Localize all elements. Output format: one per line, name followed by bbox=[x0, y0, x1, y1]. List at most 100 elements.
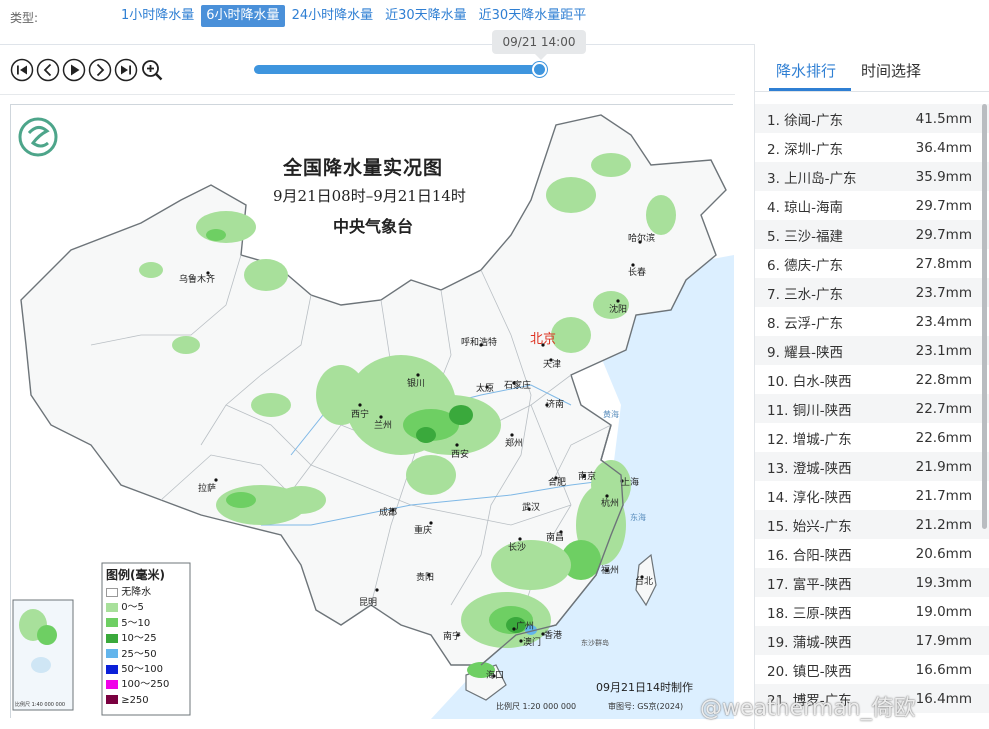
station-name: 1. 徐闻-广东 bbox=[767, 112, 844, 129]
ranking-scrollbar[interactable] bbox=[982, 104, 987, 529]
ranking-row[interactable]: 4. 琼山-海南 29.7mm bbox=[755, 191, 989, 220]
legend-label: 25～50 bbox=[121, 648, 157, 660]
legend-item: 5～10 bbox=[106, 616, 188, 631]
ranking-row[interactable]: 17. 富平-陕西 19.3mm bbox=[755, 568, 989, 597]
ranking-row[interactable]: 7. 三水-广东 23.7mm bbox=[755, 278, 989, 307]
first-frame-button[interactable] bbox=[10, 58, 34, 82]
precip-value: 29.7mm bbox=[915, 197, 972, 214]
ranking-row[interactable]: 8. 云浮-广东 23.4mm bbox=[755, 307, 989, 336]
city-label: 澳门 bbox=[523, 638, 542, 648]
ranking-row[interactable]: 19. 蒲城-陕西 17.9mm bbox=[755, 626, 989, 655]
legend-item: ≥250 bbox=[106, 693, 188, 708]
play-icon bbox=[62, 58, 86, 82]
legend-item: 无降水 bbox=[106, 585, 188, 600]
city-label: 成都 bbox=[379, 508, 398, 518]
ranking-row[interactable]: 20. 镇巴-陕西 16.6mm bbox=[755, 655, 989, 684]
legend-item: 25～50 bbox=[106, 647, 188, 662]
city-label: 南京 bbox=[578, 472, 597, 482]
ranking-row[interactable]: 11. 铜川-陕西 22.7mm bbox=[755, 394, 989, 423]
tab-time-select[interactable]: 时间选择 bbox=[861, 60, 921, 81]
city-label: 昆明 bbox=[359, 598, 378, 608]
ranking-tabs: 降水排行 时间选择 bbox=[755, 44, 989, 92]
tab-1h-precip[interactable]: 1小时降水量 bbox=[116, 5, 199, 27]
cma-logo-icon bbox=[18, 117, 58, 157]
map-review-number: 审图号: GS京(2024) bbox=[608, 702, 684, 711]
legend-label: 无降水 bbox=[121, 587, 152, 598]
city-label: 东沙群岛 bbox=[581, 639, 609, 647]
legend-item: 50～100 bbox=[106, 662, 188, 677]
legend-label: 0～5 bbox=[121, 602, 144, 614]
city-label: 太原 bbox=[476, 384, 495, 394]
zoom-in-icon bbox=[142, 60, 163, 81]
station-name: 12. 增城-广东 bbox=[767, 431, 852, 448]
ranking-row[interactable]: 5. 三沙-福建 29.7mm bbox=[755, 220, 989, 249]
map-agency: 中央气象台 bbox=[333, 217, 414, 236]
legend-swatch bbox=[106, 649, 118, 659]
city-label: 呼和浩特 bbox=[461, 338, 498, 348]
city-label: 黄海 bbox=[603, 410, 619, 419]
precip-value: 16.4mm bbox=[915, 690, 972, 707]
ranking-row[interactable]: 15. 始兴-广东 21.2mm bbox=[755, 510, 989, 539]
legend-label: 50～100 bbox=[121, 664, 163, 676]
ranking-row[interactable]: 2. 深圳-广东 36.4mm bbox=[755, 133, 989, 162]
legend-swatch bbox=[106, 679, 118, 689]
type-tabs: 1小时降水量 6小时降水量 24小时降水量 近30天降水量 近30天降水量距平 bbox=[116, 5, 593, 27]
precip-value: 36.4mm bbox=[915, 139, 972, 156]
legend-swatch bbox=[106, 695, 118, 705]
time-slider-track[interactable] bbox=[254, 65, 539, 74]
legend-item: 0～5 bbox=[106, 600, 188, 615]
tab-6h-precip[interactable]: 6小时降水量 bbox=[201, 5, 285, 27]
city-label: 沈阳 bbox=[609, 305, 628, 315]
city-label: 西安 bbox=[451, 450, 470, 460]
last-frame-button[interactable] bbox=[114, 58, 138, 82]
station-name: 13. 澄城-陕西 bbox=[767, 460, 852, 477]
last-icon bbox=[114, 58, 138, 82]
city-label: 郑州 bbox=[505, 439, 524, 449]
next-frame-button[interactable] bbox=[88, 58, 112, 82]
station-name: 3. 上川岛-广东 bbox=[767, 170, 857, 187]
tab-30d-anomaly[interactable]: 近30天降水量距平 bbox=[474, 5, 592, 27]
station-name: 19. 蒲城-陕西 bbox=[767, 634, 852, 651]
precip-value: 19.0mm bbox=[915, 603, 972, 620]
station-name: 17. 富平-陕西 bbox=[767, 576, 852, 593]
play-button[interactable] bbox=[62, 58, 86, 82]
precip-value: 23.1mm bbox=[915, 342, 972, 359]
city-label: 重庆 bbox=[414, 526, 433, 536]
inset-scale: 比例尺 1:40 000 000 bbox=[15, 702, 66, 708]
city-label: 杭州 bbox=[601, 499, 620, 509]
precip-value: 22.8mm bbox=[915, 371, 972, 388]
tab-30d-precip[interactable]: 近30天降水量 bbox=[380, 5, 472, 27]
precip-value: 35.9mm bbox=[915, 168, 972, 185]
prev-frame-button[interactable] bbox=[36, 58, 60, 82]
city-label: 乌鲁木齐 bbox=[179, 275, 216, 285]
station-name: 8. 云浮-广东 bbox=[767, 315, 844, 332]
city-label: 南宁 bbox=[443, 632, 462, 642]
ranking-row[interactable]: 3. 上川岛-广东 35.9mm bbox=[755, 162, 989, 191]
map-title: 全国降水量实况图 bbox=[283, 157, 444, 179]
city-label: 石家庄 bbox=[504, 381, 532, 391]
city-label: 西宁 bbox=[351, 410, 370, 420]
precip-value: 21.9mm bbox=[915, 458, 972, 475]
station-name: 18. 三原-陕西 bbox=[767, 605, 852, 622]
precip-value: 41.5mm bbox=[915, 110, 972, 127]
ranking-row[interactable]: 16. 合阳-陕西 20.6mm bbox=[755, 539, 989, 568]
city-label: 上海 bbox=[621, 478, 640, 488]
legend-swatch bbox=[106, 602, 118, 612]
time-slider-handle[interactable] bbox=[532, 62, 547, 77]
ranking-row[interactable]: 6. 德庆-广东 27.8mm bbox=[755, 249, 989, 278]
city-label: 合肥 bbox=[548, 478, 567, 488]
ranking-row[interactable]: 12. 增城-广东 22.6mm bbox=[755, 423, 989, 452]
ranking-row[interactable]: 14. 淳化-陕西 21.7mm bbox=[755, 481, 989, 510]
ranking-row[interactable]: 13. 澄城-陕西 21.9mm bbox=[755, 452, 989, 481]
precip-map[interactable]: 全国降水量实况图 9月21日08时–9月21日14时 中央气象台 乌鲁木齐 哈尔… bbox=[10, 104, 734, 719]
precip-value: 29.7mm bbox=[915, 226, 972, 243]
ranking-row[interactable]: 10. 白水-陕西 22.8mm bbox=[755, 365, 989, 394]
zoom-button[interactable] bbox=[140, 58, 164, 82]
tab-precip-ranking[interactable]: 降水排行 bbox=[776, 60, 836, 81]
station-name: 5. 三沙-福建 bbox=[767, 228, 844, 245]
tab-24h-precip[interactable]: 24小时降水量 bbox=[287, 5, 379, 27]
ranking-row[interactable]: 1. 徐闻-广东 41.5mm bbox=[755, 104, 989, 133]
city-label: 贵阳 bbox=[416, 573, 435, 583]
ranking-row[interactable]: 9. 耀县-陕西 23.1mm bbox=[755, 336, 989, 365]
ranking-row[interactable]: 18. 三原-陕西 19.0mm bbox=[755, 597, 989, 626]
